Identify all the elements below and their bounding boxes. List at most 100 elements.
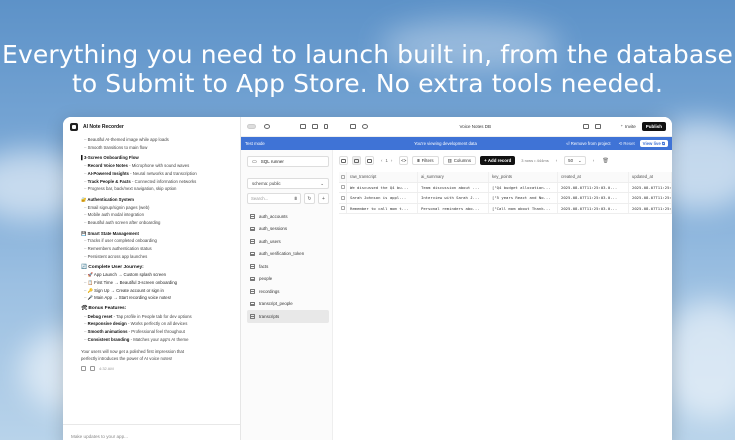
column-header[interactable]: key_points xyxy=(489,172,558,182)
bookmark-icon[interactable] xyxy=(90,365,95,371)
row-select-cell xyxy=(339,182,347,192)
chat-panel: AI Note Recorder Beautiful AI-themed ima… xyxy=(63,117,241,440)
table-cell[interactable]: 2025-08-07T11:25: xyxy=(629,203,672,213)
prev-page-icon[interactable]: ‹ xyxy=(381,158,382,163)
chat-line: ▌3-Screen Onboarding Flow xyxy=(81,154,237,162)
table-cell[interactable]: Team discussion about ... xyxy=(418,182,489,192)
schema-select[interactable]: schema: public ⌄ xyxy=(247,178,329,189)
next-page-button[interactable]: › xyxy=(590,158,597,163)
tablet-icon[interactable] xyxy=(312,124,318,129)
table-cell[interactable]: 2025-08-07T11:25:03.0... xyxy=(558,193,629,203)
grid-view-button[interactable] xyxy=(339,156,348,165)
link-icon[interactable] xyxy=(594,124,601,129)
code-icon: <> xyxy=(401,158,407,163)
first-prev-page[interactable]: ‹ xyxy=(553,158,560,163)
refresh-icon: ↻ xyxy=(307,195,312,202)
table-item[interactable]: auth_verification_token xyxy=(247,248,329,261)
page-size-value: 50 xyxy=(568,158,574,163)
invite-button[interactable]: ⁺ Invite xyxy=(621,124,636,130)
table-cell[interactable]: Remember to call mom t... xyxy=(347,203,418,213)
filters-button[interactable]: ⩩ Filters xyxy=(412,156,439,165)
row-checkbox[interactable] xyxy=(340,195,345,200)
chat-line-bold: AI-Powered Insights xyxy=(87,170,129,176)
table-row[interactable]: Sarah Johnson is appl... Interview with S… xyxy=(339,193,672,204)
row-select-cell xyxy=(339,193,347,203)
table-item[interactable]: people xyxy=(247,273,329,286)
edit-icon[interactable] xyxy=(582,124,589,129)
table-search-input[interactable] xyxy=(251,196,289,201)
table-item[interactable]: auth_users xyxy=(247,235,329,248)
table-row[interactable]: We discussed the Q4 bu... Team discussion… xyxy=(339,182,672,193)
chat-line-text: - Matches your app's AI theme xyxy=(129,336,189,342)
table-cell[interactable]: ["Q4 budget allocation... xyxy=(489,182,558,192)
eye-icon[interactable] xyxy=(264,124,270,129)
copy-icon[interactable] xyxy=(350,124,356,129)
table-cell[interactable]: Interview with Sarah J... xyxy=(418,193,489,203)
delete-button[interactable]: 🗑 xyxy=(601,156,610,165)
chat-line-text: 🔄 Complete User Journey: xyxy=(81,264,144,270)
refresh-tables-button[interactable]: ↻ xyxy=(304,193,315,204)
row-checkbox[interactable] xyxy=(340,185,345,190)
table-item-label: auth_accounts xyxy=(259,213,288,219)
app-logo-icon xyxy=(70,123,78,131)
table-item[interactable]: transcripts xyxy=(247,310,329,323)
table-item[interactable]: transcript_people xyxy=(247,298,329,311)
table-item[interactable]: recordings xyxy=(247,285,329,298)
table-cell[interactable]: 2025-08-07T11:25: xyxy=(629,182,672,192)
test-mode-message: You're viewing development data xyxy=(414,141,477,146)
chat-input[interactable]: Make updates to your app... xyxy=(63,424,240,440)
column-header[interactable]: created_at xyxy=(558,172,629,182)
table-icon xyxy=(250,239,255,244)
add-table-button[interactable]: + xyxy=(318,193,329,204)
table-view-button[interactable] xyxy=(352,156,361,165)
table-cell[interactable]: ["5 years React and No... xyxy=(489,193,558,203)
chat-line: Persistent across app launches xyxy=(81,253,237,261)
chat-line: 🚀 App Launch → Custom splash screen xyxy=(81,271,237,279)
desktop-icon[interactable] xyxy=(300,124,306,129)
add-record-button[interactable]: + Add record xyxy=(480,156,516,165)
code-view-button[interactable]: <> xyxy=(399,156,409,165)
table-icon xyxy=(250,214,255,219)
next-page-icon[interactable]: › xyxy=(391,158,392,163)
view-live-button[interactable]: View live ⧉ xyxy=(639,140,668,147)
column-header[interactable]: raw_transcript xyxy=(347,172,418,182)
sql-runner-button[interactable]: ▭ SQL runner xyxy=(247,156,329,167)
column-header[interactable]: ai_summary xyxy=(418,172,489,182)
table-search: ⩩ xyxy=(247,193,301,204)
chat-line-text: Remembers authentication status xyxy=(87,246,152,252)
table-cell[interactable]: We discussed the Q4 bu... xyxy=(347,182,418,192)
row-checkbox[interactable] xyxy=(340,206,345,211)
publish-button[interactable]: Publish xyxy=(641,122,666,131)
table-item-label: auth_verification_token xyxy=(259,251,305,257)
select-all-checkbox[interactable] xyxy=(340,174,345,179)
remove-from-project-button[interactable]: ⏎ Remove from project xyxy=(566,141,611,147)
refresh-icon[interactable] xyxy=(362,124,368,129)
grid-body: We discussed the Q4 bu... Team discussion… xyxy=(339,182,672,214)
table-cell[interactable]: 2025-08-07T11:25:03.0... xyxy=(558,182,629,192)
mobile-icon[interactable] xyxy=(324,124,328,129)
table-item[interactable]: auth_accounts xyxy=(247,210,329,223)
chat-line-bold: Debug reset xyxy=(87,313,113,319)
copy-icon[interactable] xyxy=(81,365,86,371)
table-cell[interactable]: 2025-08-07T11:25: xyxy=(629,193,672,203)
table-item[interactable]: facts xyxy=(247,260,329,273)
table-cell[interactable]: Personal reminders abo... xyxy=(418,203,489,213)
toggle-icon[interactable] xyxy=(247,124,256,129)
list-view-button[interactable] xyxy=(365,156,374,165)
column-header[interactable]: updated_at xyxy=(629,172,672,182)
page-size-select[interactable]: 50 ⌄ xyxy=(564,156,586,165)
chat-line-bold: Record Voice Notes xyxy=(87,163,128,169)
data-grid: raw_transcript ai_summary key_points create… xyxy=(339,172,672,214)
table-cell[interactable]: Sarah Johnson is appl... xyxy=(347,193,418,203)
chat-line: Track People & Facts - Connected informa… xyxy=(81,178,237,186)
filter-icon[interactable]: ⩩ xyxy=(294,196,297,202)
table-cell[interactable]: 2025-08-07T11:25:03.0... xyxy=(558,203,629,213)
table-item[interactable]: auth_sessions xyxy=(247,223,329,236)
columns-button[interactable]: ▥ Columns xyxy=(442,156,477,165)
table-row[interactable]: Remember to call mom t... Personal remind… xyxy=(339,203,672,214)
chat-input-placeholder: Make updates to your app... xyxy=(71,434,128,439)
reset-button[interactable]: ⟲ Reset xyxy=(619,141,635,147)
grid-toolbar: ‹ 1 › <> ⩩ Filters ▥ Columns + Add recor… xyxy=(339,155,666,166)
table-cell[interactable]: ["Call mom about Thank... xyxy=(489,203,558,213)
chat-line-text: Tracks if user completed onboarding xyxy=(87,238,157,244)
